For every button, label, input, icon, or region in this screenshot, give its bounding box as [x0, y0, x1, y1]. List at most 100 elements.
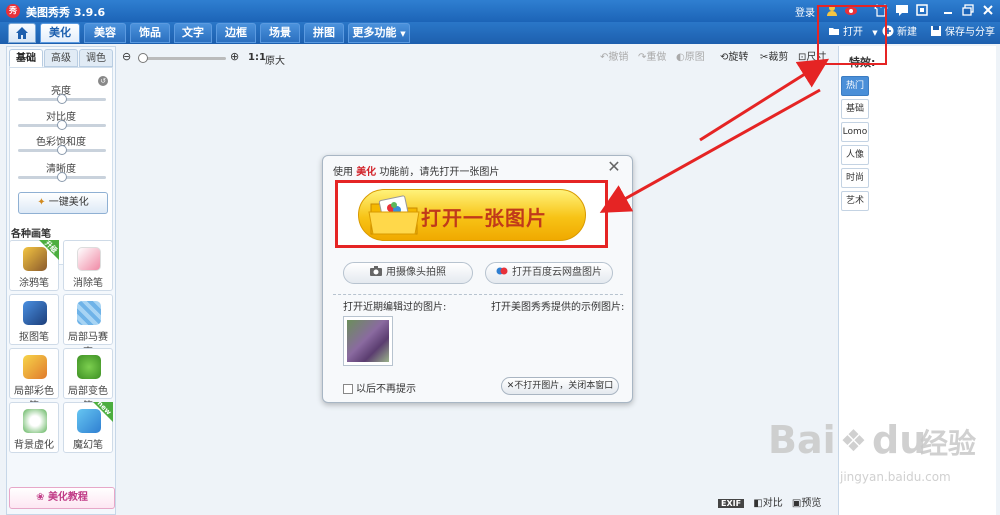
tab-border[interactable]: 边框 — [216, 23, 256, 43]
minimize-icon[interactable] — [940, 3, 956, 19]
one-key-label: 一键美化 — [48, 197, 89, 208]
slider-knob[interactable] — [57, 172, 67, 182]
brightness-slider[interactable] — [18, 94, 106, 104]
sharpness-slider[interactable] — [18, 172, 106, 182]
tab-beauty[interactable]: 美容 — [84, 23, 126, 43]
dialog-hint: 使用 美化 功能前，请先打开一张图片 — [333, 163, 499, 178]
brush-mosaic[interactable]: 局部马赛克 — [63, 294, 113, 358]
watermark-brand-2: du — [872, 418, 927, 462]
brush-eraser[interactable]: 消除笔 — [63, 240, 113, 291]
tab-more-features[interactable]: 更多功能 ▼ — [348, 23, 410, 43]
crop-label: 裁剪 — [768, 52, 789, 63]
original-label: 原图 — [684, 52, 705, 63]
zoom-slider[interactable] — [140, 57, 226, 60]
watermark-chinese: 经验 — [920, 427, 977, 460]
save-share-button[interactable]: 保存与分享 — [930, 25, 995, 41]
recent-image-thumbnail[interactable] — [343, 316, 393, 366]
new-button[interactable]: 新建 — [882, 25, 917, 41]
fx-tab-art[interactable]: 艺术 — [841, 191, 869, 211]
brush-bg-blur[interactable]: 背景虚化 — [9, 402, 59, 453]
dialog-close-icon[interactable]: ✕ — [606, 159, 622, 175]
chevron-down-icon: ▼ — [400, 30, 406, 38]
restore-icon[interactable] — [960, 3, 976, 19]
beautify-tutorial-button[interactable]: ❀ 美化教程 — [9, 487, 115, 509]
cloud-icon — [496, 267, 508, 275]
undo-button[interactable]: ↶撤销 — [600, 52, 628, 64]
brush-partial-color[interactable]: 局部彩色笔 — [9, 348, 59, 412]
left-panel: 基础 高级 调色 ↺ 亮度 对比度 色彩饱和度 清晰度 ✦ 一键美化 各种画笔 … — [6, 46, 116, 515]
close-window-button[interactable]: ✕不打开图片，关闭本窗口 — [501, 377, 619, 395]
brush-label: 抠图笔 — [19, 332, 49, 343]
slider-knob[interactable] — [57, 94, 67, 104]
undo-label: 撤销 — [608, 52, 629, 63]
thumbnail-photo — [347, 320, 389, 362]
compare-label[interactable]: 对比 — [763, 498, 783, 509]
slider-knob[interactable] — [57, 145, 67, 155]
rotate-button[interactable]: ⟲旋转 — [720, 52, 748, 64]
brush-magic[interactable]: new 魔幻笔 — [63, 399, 113, 453]
open-image-dialog: 使用 美化 功能前，请先打开一张图片 ✕ 打开一张图片 用摄像头拍照 打开百度云… — [322, 155, 633, 403]
tab-scene[interactable]: 场景 — [260, 23, 300, 43]
paw-icon: ❖ — [840, 424, 867, 459]
subtab-advanced[interactable]: 高级 — [44, 49, 78, 67]
tab-text[interactable]: 文字 — [174, 23, 212, 43]
zoom-original-label[interactable]: 原大 — [265, 52, 285, 67]
hint-prefix: 使用 — [333, 167, 353, 178]
skin-icon[interactable] — [914, 3, 930, 19]
fx-tab-basic[interactable]: 基础 — [841, 99, 869, 119]
tutorial-label: 美化教程 — [47, 492, 88, 503]
preview-label[interactable]: 预览 — [801, 498, 821, 509]
hint-highlight: 美化 — [356, 167, 377, 178]
brush-cutout[interactable]: 抠图笔 — [9, 294, 59, 345]
one-key-beautify-button[interactable]: ✦ 一键美化 — [18, 192, 108, 214]
saturation-slider[interactable] — [18, 145, 106, 155]
camera-button[interactable]: 用摄像头拍照 — [343, 262, 473, 284]
open-image-button[interactable]: 打开一张图片 — [358, 189, 586, 241]
hint-suffix: 功能前，请先打开一张图片 — [379, 167, 500, 178]
subtab-color[interactable]: 调色 — [79, 49, 113, 67]
color-brush-icon — [23, 355, 47, 379]
subtab-basic[interactable]: 基础 — [9, 49, 43, 67]
rotate-label: 旋转 — [728, 52, 749, 63]
camera-icon — [370, 266, 382, 276]
contrast-slider[interactable] — [18, 120, 106, 130]
zoom-out-icon[interactable]: ⊖ — [122, 50, 131, 63]
open-image-highlight-frame: 打开一张图片 — [335, 180, 608, 248]
fx-tab-hot[interactable]: 热门 — [841, 76, 869, 96]
login-link[interactable]: 登录 — [795, 4, 815, 19]
zoom-ratio[interactable]: 1:1 — [248, 52, 266, 63]
message-icon[interactable] — [894, 3, 910, 19]
tab-collage[interactable]: 拼图 — [304, 23, 344, 43]
zoom-in-icon[interactable]: ⊕ — [230, 50, 239, 63]
crop-button[interactable]: ✂裁剪 — [760, 52, 788, 64]
brush-recolor[interactable]: 局部变色笔 — [63, 348, 113, 412]
save-label: 保存与分享 — [945, 27, 995, 38]
brush-label: 消除笔 — [73, 278, 103, 289]
cloud-label: 打开百度云网盘图片 — [512, 267, 602, 278]
original-button[interactable]: ◐原图 — [676, 52, 705, 64]
fx-tab-portrait[interactable]: 人像 — [841, 145, 869, 165]
exif-badge[interactable]: EXIF — [718, 499, 745, 508]
zoom-control: ⊖ ⊕ 1:1 原大 — [122, 50, 302, 67]
annotation-red-frame — [817, 5, 887, 65]
close-window-label: 不打开图片，关闭本窗口 — [514, 381, 614, 391]
baidu-cloud-button[interactable]: 打开百度云网盘图片 — [485, 262, 613, 284]
tab-beautify[interactable]: 美化 — [40, 23, 80, 43]
fx-tab-lomo[interactable]: Lomo — [841, 122, 869, 142]
save-icon — [931, 26, 941, 36]
sample-images-label: 打开美图秀秀提供的示例图片: — [491, 302, 625, 313]
close-icon[interactable] — [980, 3, 996, 19]
magic-wand-icon: ✦ — [37, 197, 46, 208]
checkbox-box[interactable] — [343, 384, 353, 394]
dont-show-again-checkbox[interactable]: 以后不再提示 — [343, 380, 416, 395]
original-icon: ◐ — [676, 52, 685, 63]
brush-doodle[interactable]: 升级 涂鸦笔 — [9, 239, 59, 291]
camera-label: 用摄像头拍照 — [386, 267, 446, 278]
slider-knob[interactable] — [57, 120, 67, 130]
home-tab[interactable] — [8, 23, 36, 43]
eraser-icon — [77, 247, 101, 271]
redo-button[interactable]: ↷重做 — [638, 52, 666, 64]
tab-accessories[interactable]: 饰品 — [130, 23, 170, 43]
fx-tab-fashion[interactable]: 时尚 — [841, 168, 869, 188]
zoom-knob[interactable] — [138, 53, 148, 63]
